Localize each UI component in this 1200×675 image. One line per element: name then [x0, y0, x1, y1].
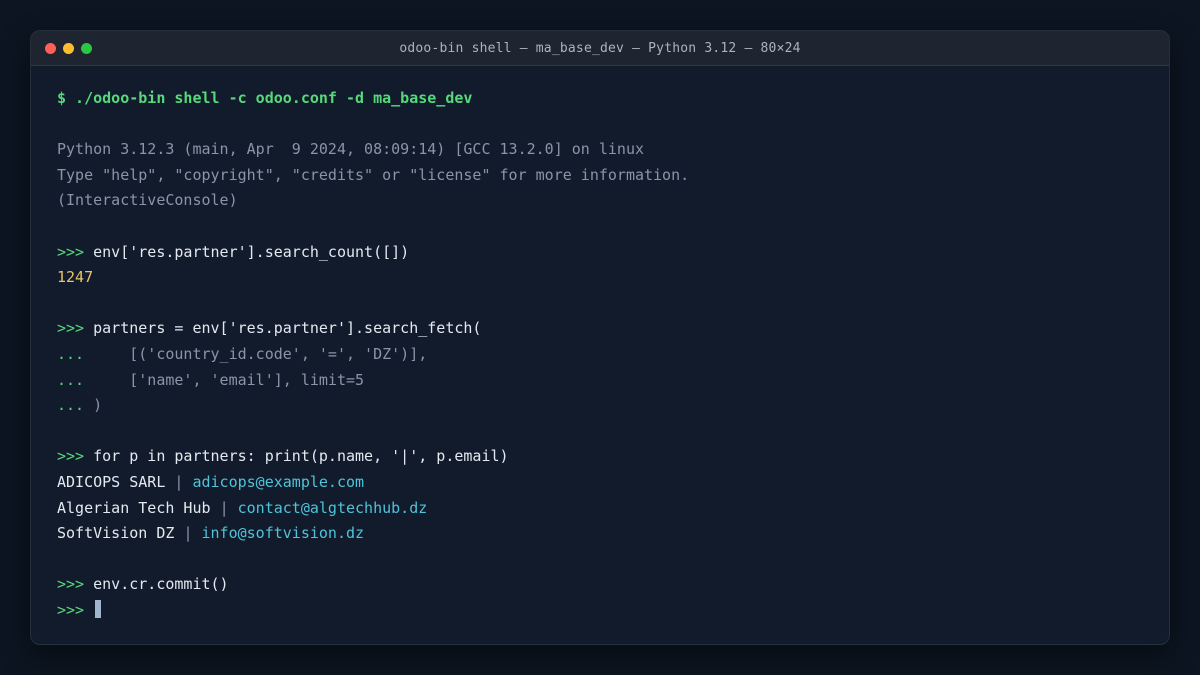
input-line: >>> for p in partners: print(p.name, '|'…	[57, 444, 1143, 470]
input-code: env.cr.commit()	[93, 575, 229, 594]
banner-line: Type "help", "copyright", "credits" or "…	[57, 165, 690, 184]
separator: |	[174, 472, 184, 491]
partner-name: ADICOPS SARL	[57, 472, 166, 491]
prompt: >>>	[57, 575, 85, 594]
continuation-code: )	[93, 396, 103, 415]
partner-email: contact@algtechhub.dz	[237, 498, 428, 517]
continuation-prompt: ...	[57, 396, 85, 415]
input-line: >>> env.cr.commit()	[57, 572, 1143, 598]
input-line: >>> env['res.partner'].search_count([])	[57, 240, 1143, 266]
input-code: env['res.partner'].search_count([])	[93, 242, 410, 261]
output-value: 1247	[57, 268, 94, 287]
banner-line: Python 3.12.3 (main, Apr 9 2024, 08:09:1…	[57, 140, 644, 159]
prompt: >>>	[57, 600, 85, 619]
title-bar: odoo-bin shell — ma_base_dev — Python 3.…	[31, 31, 1169, 66]
prompt: >>>	[57, 319, 85, 338]
window-title: odoo-bin shell — ma_base_dev — Python 3.…	[399, 41, 801, 56]
separator: |	[183, 524, 193, 543]
continuation-line: ... ['name', 'email'], limit=5	[57, 368, 1143, 394]
output-row: SoftVision DZ | info@softvision.dz	[57, 521, 1143, 547]
continuation-line: ... [('country_id.code', '=', 'DZ')],	[57, 342, 1143, 368]
start-command: $ ./odoo-bin shell -c odoo.conf -d ma_ba…	[57, 89, 473, 107]
partner-email: adicops@example.com	[192, 472, 365, 491]
output-row: Algerian Tech Hub | contact@algtechhub.d…	[57, 496, 1143, 522]
output-row: ADICOPS SARL | adicops@example.com	[57, 470, 1143, 496]
separator: |	[219, 498, 229, 517]
terminal-output[interactable]: $ ./odoo-bin shell -c odoo.conf -d ma_ba…	[57, 86, 1143, 623]
banner-line: (InteractiveConsole)	[57, 191, 238, 210]
partner-name: SoftVision DZ	[57, 524, 175, 543]
input-line: >>> partners = env['res.partner'].search…	[57, 316, 1143, 342]
continuation-code: [('country_id.code', '=', 'DZ')],	[93, 344, 428, 363]
input-code: for p in partners: print(p.name, '|', p.…	[93, 447, 509, 466]
prompt: >>>	[57, 242, 85, 261]
terminal-window: odoo-bin shell — ma_base_dev — Python 3.…	[30, 30, 1170, 645]
partner-email: info@softvision.dz	[201, 524, 365, 543]
active-prompt-line[interactable]: >>>	[57, 598, 1143, 624]
text-cursor	[95, 599, 102, 618]
continuation-line: ... )	[57, 393, 1143, 419]
continuation-prompt: ...	[57, 344, 85, 363]
input-code: partners = env['res.partner'].search_fet…	[93, 319, 482, 338]
continuation-prompt: ...	[57, 370, 85, 389]
prompt: >>>	[57, 447, 85, 466]
partner-name: Algerian Tech Hub	[57, 498, 211, 517]
continuation-code: ['name', 'email'], limit=5	[93, 370, 365, 389]
